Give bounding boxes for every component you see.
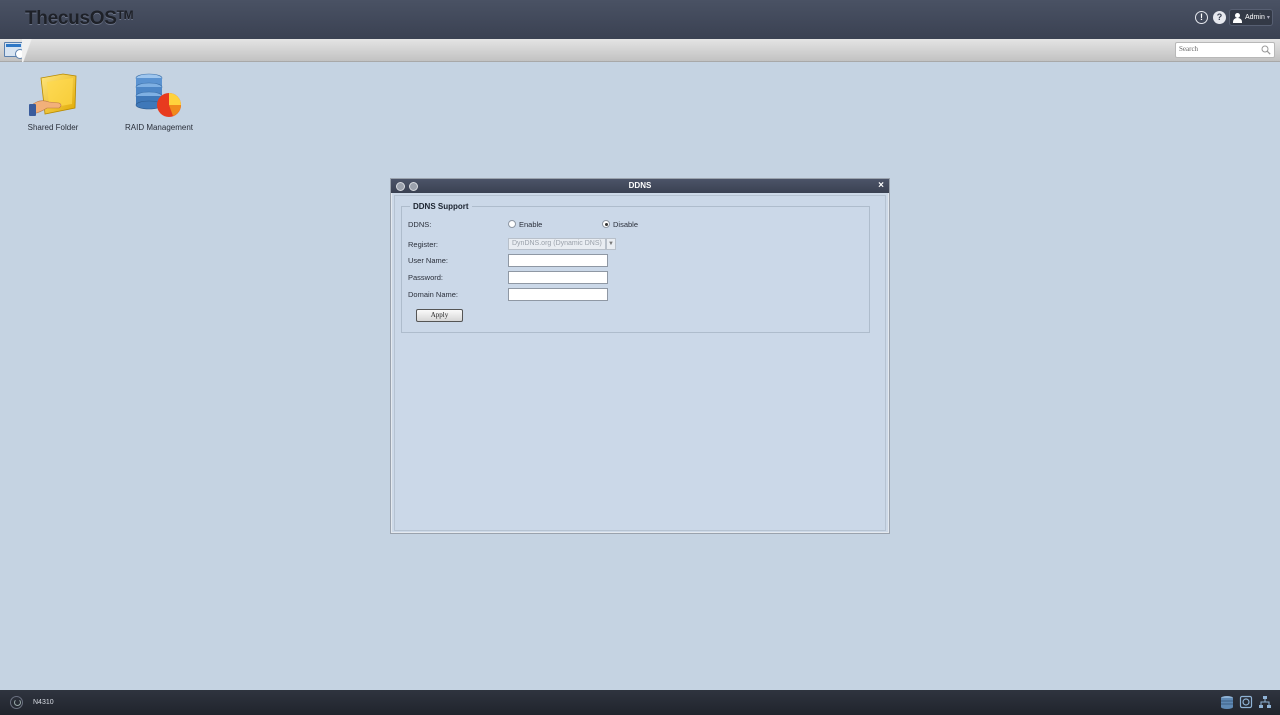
fieldset-legend: DDNS Support	[410, 202, 472, 211]
ddns-dialog: DDNS × DDNS Support DDNS: Enable Disable…	[390, 178, 890, 534]
ddns-support-fieldset: DDNS Support DDNS: Enable Disable Regist…	[401, 202, 870, 333]
network-icon[interactable]	[1258, 695, 1272, 709]
power-icon[interactable]	[10, 696, 23, 709]
raid-management-shortcut[interactable]: RAID Management	[114, 72, 204, 132]
disable-radio[interactable]	[602, 220, 610, 228]
desktop-icon-label: RAID Management	[124, 123, 194, 132]
ddns-label: DDNS:	[408, 220, 432, 229]
username-label: User Name:	[408, 256, 449, 265]
domain-name-field[interactable]	[508, 288, 608, 301]
username-field[interactable]	[508, 254, 608, 267]
search-placeholder: Search	[1179, 45, 1199, 53]
tab-divider	[22, 39, 34, 62]
help-icon[interactable]: ?	[1213, 11, 1226, 24]
folder-share-icon	[29, 73, 77, 116]
dialog-body: DDNS Support DDNS: Enable Disable Regist…	[394, 195, 886, 531]
shared-folder-shortcut[interactable]: Shared Folder	[8, 72, 98, 132]
admin-label: Admin	[1245, 14, 1265, 21]
enable-label[interactable]: Enable	[519, 220, 542, 229]
close-icon[interactable]: ×	[878, 180, 884, 191]
search-input[interactable]: Search	[1175, 42, 1275, 58]
chevron-down-icon: ▾	[1266, 15, 1270, 21]
password-field[interactable]	[508, 271, 608, 284]
toolbar	[0, 39, 1280, 62]
disk-icon[interactable]	[1239, 695, 1253, 709]
device-name: N4310	[33, 699, 54, 706]
register-label: Register:	[408, 240, 439, 249]
admin-user-menu[interactable]: Admin ▾	[1229, 9, 1273, 26]
thecus-logo: ThecusOSTM	[25, 8, 134, 29]
disable-label[interactable]: Disable	[613, 220, 638, 229]
top-header: ThecusOSTM ! ? Admin ▾	[0, 0, 1280, 39]
chevron-down-icon[interactable]: ▼	[606, 238, 616, 250]
storage-icon[interactable]	[1220, 695, 1234, 709]
password-label: Password:	[408, 273, 444, 282]
alert-icon[interactable]: !	[1195, 11, 1208, 24]
register-select[interactable]: DynDNS.org (Dynamic DNS)	[508, 238, 606, 250]
enable-radio[interactable]	[508, 220, 516, 228]
desktop-icon-label: Shared Folder	[27, 123, 79, 132]
dialog-title: DDNS	[628, 181, 652, 190]
dialog-titlebar[interactable]: DDNS ×	[391, 179, 889, 193]
domain-name-label: Domain Name:	[408, 290, 459, 299]
apply-button[interactable]: Apply	[416, 309, 463, 322]
raid-disk-icon	[135, 73, 181, 117]
search-icon[interactable]	[1261, 45, 1271, 55]
user-icon	[1233, 12, 1242, 23]
show-desktop-icon[interactable]	[4, 42, 25, 59]
taskbar: N4310	[0, 690, 1280, 715]
